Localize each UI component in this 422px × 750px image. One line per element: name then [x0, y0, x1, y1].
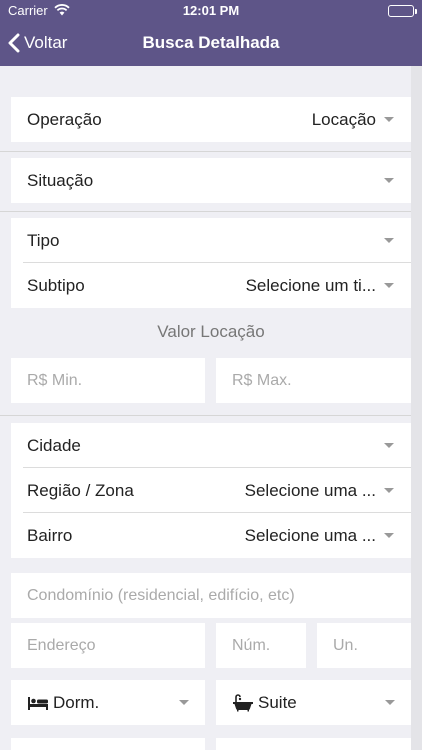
nav-header: Carrier 12:01 PM Voltar Busca Detalhada	[0, 0, 422, 66]
divider	[0, 151, 411, 152]
valor-max-field[interactable]	[216, 358, 411, 403]
bathtub-icon	[232, 693, 254, 712]
suite-label: Suite	[258, 692, 297, 712]
status-bar: Carrier 12:01 PM	[0, 0, 422, 22]
suite-select[interactable]: Suite	[216, 680, 411, 725]
dorm-label: Dorm.	[53, 692, 100, 712]
scrollbar[interactable]	[411, 66, 422, 750]
clock-label: 12:01 PM	[182, 3, 240, 18]
caret-down-icon	[179, 700, 189, 705]
bairro-select[interactable]: Bairro Selecione uma ...	[11, 513, 411, 558]
situacao-label: Situação	[27, 170, 94, 190]
operacao-label: Operação	[27, 109, 102, 129]
caret-down-icon	[384, 238, 394, 243]
tipo-label: Tipo	[27, 230, 60, 250]
tipo-select[interactable]: Tipo	[11, 218, 411, 263]
operacao-select[interactable]: Operação Locação	[11, 97, 411, 142]
operacao-value: Locação	[311, 109, 376, 129]
situacao-select[interactable]: Situação	[11, 158, 411, 203]
subtipo-select[interactable]: Subtipo Selecione um ti...	[11, 263, 411, 308]
numero-input[interactable]	[232, 636, 306, 655]
bairro-value: Selecione uma ...	[244, 525, 376, 545]
divider	[0, 415, 411, 416]
bed-icon	[27, 695, 49, 711]
valor-min-input[interactable]	[27, 371, 205, 390]
caret-down-icon	[384, 533, 394, 538]
numero-field[interactable]	[216, 623, 306, 668]
regiao-select[interactable]: Região / Zona Selecione uma ...	[11, 468, 411, 513]
valor-max-input[interactable]	[232, 371, 411, 390]
condominio-input[interactable]	[27, 586, 411, 605]
caret-down-icon	[384, 283, 394, 288]
caret-down-icon	[385, 700, 395, 705]
tipo-card: Tipo Subtipo Selecione um ti...	[11, 218, 411, 308]
divider	[0, 211, 411, 212]
bairro-label: Bairro	[27, 525, 73, 545]
dorm-select[interactable]: Dorm.	[11, 680, 205, 725]
next-row-left	[11, 738, 205, 750]
regiao-value: Selecione uma ...	[244, 480, 376, 500]
subtipo-label: Subtipo	[27, 275, 85, 295]
endereco-field[interactable]	[11, 623, 205, 668]
caret-down-icon	[384, 117, 394, 122]
subtipo-value: Selecione um ti...	[245, 275, 376, 295]
next-row-right	[216, 738, 411, 750]
endereco-input[interactable]	[27, 636, 205, 655]
caret-down-icon	[384, 443, 394, 448]
cidade-select[interactable]: Cidade	[11, 423, 411, 468]
battery-icon	[388, 5, 417, 17]
condominio-field[interactable]	[11, 573, 411, 618]
localizacao-card: Cidade Região / Zona Selecione uma ... B…	[11, 423, 411, 558]
regiao-label: Região / Zona	[27, 480, 134, 500]
cidade-label: Cidade	[27, 435, 81, 455]
unidade-input[interactable]	[333, 636, 411, 655]
caret-down-icon	[384, 178, 394, 183]
valor-section-title: Valor Locação	[157, 322, 265, 341]
operacao-card: Operação Locação	[11, 97, 411, 142]
situacao-card: Situação	[11, 158, 411, 203]
page-title: Busca Detalhada	[142, 33, 280, 52]
unidade-field[interactable]	[317, 623, 411, 668]
valor-min-field[interactable]	[11, 358, 205, 403]
caret-down-icon	[384, 488, 394, 493]
